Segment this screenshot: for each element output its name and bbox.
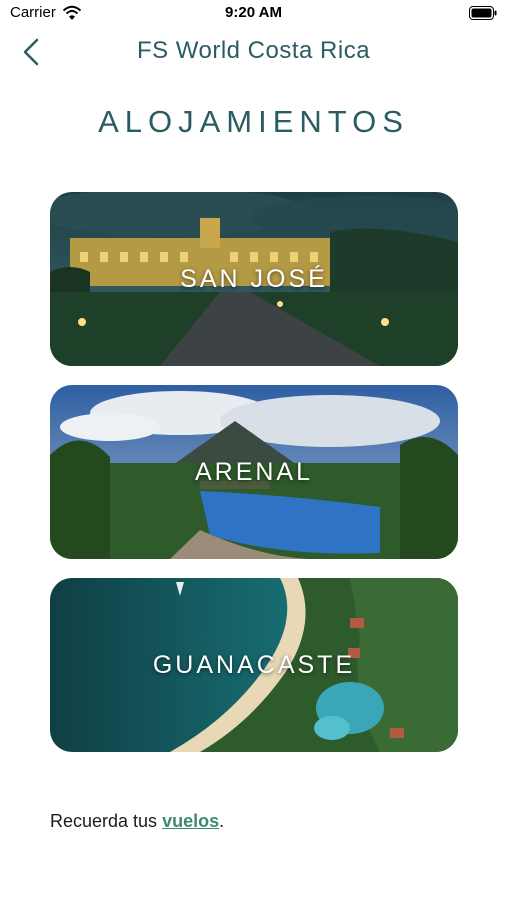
battery-icon <box>469 6 497 20</box>
destination-card-arenal[interactable]: ARENAL <box>50 385 458 559</box>
reminder-period: . <box>219 811 225 831</box>
navigation-bar: FS World Costa Rica <box>0 30 507 74</box>
flights-reminder: Recuerda tus vuelos. <box>50 811 224 832</box>
status-bar: Carrier 9:20 AM <box>0 0 507 28</box>
section-title: ALOJAMIENTOS <box>98 104 409 139</box>
destination-label: SAN JOSÉ <box>180 264 328 293</box>
destination-card-san-jose[interactable]: SAN JOSÉ <box>50 192 458 366</box>
page-title: FS World Costa Rica <box>136 37 371 64</box>
destination-card-guanacaste[interactable]: GUANACASTE <box>50 578 458 752</box>
destination-label: GUANACASTE <box>152 650 356 679</box>
flights-link[interactable]: vuelos <box>162 811 219 831</box>
clock: 9:20 AM <box>225 4 282 21</box>
reminder-text: Recuerda tus <box>50 811 163 831</box>
destination-label: ARENAL <box>194 457 314 486</box>
